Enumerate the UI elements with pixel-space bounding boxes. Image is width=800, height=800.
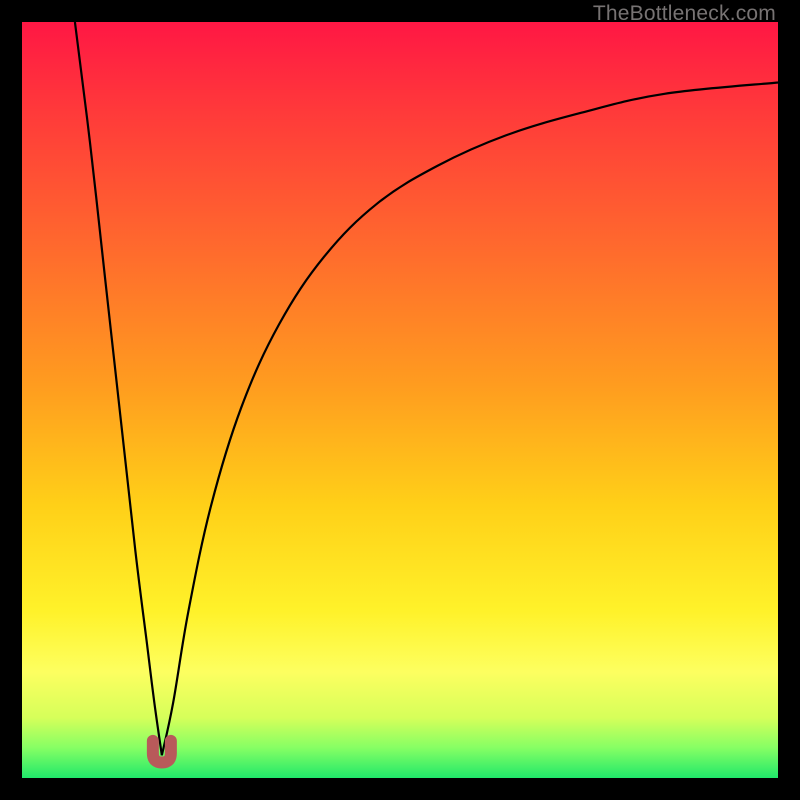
plot-area [22, 22, 778, 778]
curve-right-branch [162, 82, 778, 755]
watermark-text: TheBottleneck.com [593, 2, 776, 26]
curve-left-branch [75, 22, 162, 755]
bottleneck-curve [22, 22, 778, 778]
chart-frame: TheBottleneck.com [0, 0, 800, 800]
